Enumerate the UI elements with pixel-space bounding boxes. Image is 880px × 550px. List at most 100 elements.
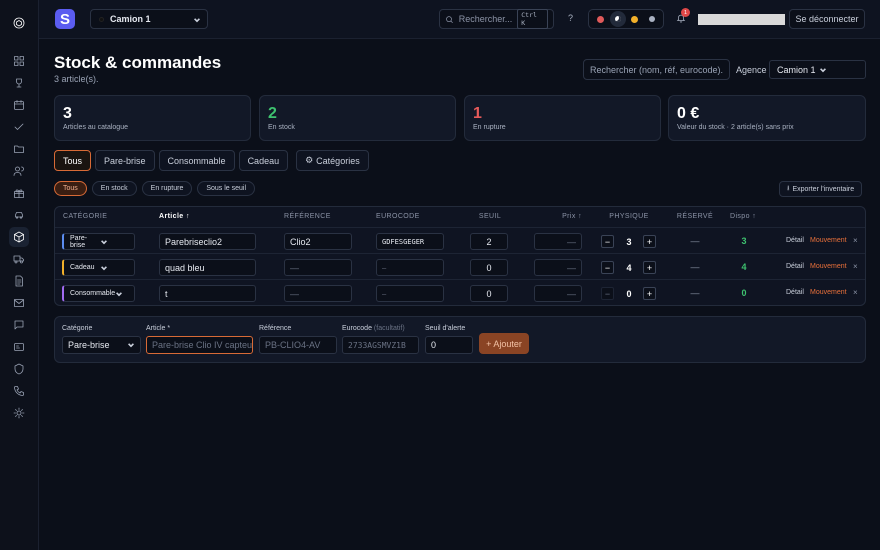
delete-row-icon[interactable]: × bbox=[853, 236, 858, 253]
row-seuil-input[interactable]: 0 bbox=[470, 285, 508, 302]
row-category-select[interactable]: Pare-brise bbox=[62, 233, 135, 250]
add-category-label: Catégorie bbox=[62, 325, 93, 332]
id-card-icon[interactable] bbox=[9, 337, 29, 357]
add-article-input[interactable]: Pare-brise Clio IV capteu bbox=[146, 336, 253, 354]
notifications-button[interactable]: 1 bbox=[676, 8, 690, 23]
package-icon[interactable] bbox=[9, 227, 29, 247]
increment-button[interactable]: + bbox=[643, 287, 656, 300]
global-search[interactable]: Rechercher... Ctrl K bbox=[439, 9, 554, 29]
row-category-value: Cadeau bbox=[70, 264, 95, 271]
row-article-input[interactable]: t bbox=[159, 285, 256, 302]
filter-en-rupture[interactable]: En rupture bbox=[141, 181, 193, 196]
stock-search-input[interactable]: Rechercher (nom, réf, eurocode). bbox=[583, 59, 730, 80]
add-category-select[interactable]: Pare-brise bbox=[62, 336, 141, 354]
row-prix-input[interactable]: — bbox=[534, 285, 582, 302]
col-categorie[interactable]: CATÉGORIE bbox=[63, 213, 107, 220]
detail-link[interactable]: Détail bbox=[786, 289, 804, 305]
mouvement-link[interactable]: Mouvement bbox=[810, 237, 847, 254]
document-icon[interactable] bbox=[9, 271, 29, 291]
row-eurocode-input[interactable]: — bbox=[376, 259, 444, 276]
col-reference[interactable]: RÉFÉRENCE bbox=[284, 213, 331, 220]
theme-light-option[interactable] bbox=[627, 11, 643, 27]
row-eurocode-input[interactable]: — bbox=[376, 285, 444, 302]
col-eurocode[interactable]: EUROCODE bbox=[376, 213, 420, 220]
mouvement-link[interactable]: Mouvement bbox=[810, 289, 847, 305]
decrement-button[interactable]: − bbox=[601, 261, 614, 274]
row-category-select[interactable]: Cadeau bbox=[62, 259, 135, 276]
row-reference-input[interactable]: — bbox=[284, 285, 352, 302]
row-prix-input[interactable]: — bbox=[534, 233, 582, 250]
col-physique[interactable]: PHYSIQUE bbox=[609, 213, 648, 220]
notification-badge: 1 bbox=[681, 8, 690, 17]
calendar-icon[interactable] bbox=[9, 95, 29, 115]
row-reference-input[interactable]: — bbox=[284, 259, 352, 276]
phone-icon[interactable] bbox=[9, 381, 29, 401]
increment-button[interactable]: + bbox=[643, 235, 656, 248]
car-icon[interactable] bbox=[9, 205, 29, 225]
side-rail bbox=[0, 0, 39, 550]
theme-system-option[interactable] bbox=[644, 11, 660, 27]
truck-dot-icon bbox=[99, 16, 104, 22]
col-reserve[interactable]: RÉSERVÉ bbox=[677, 213, 713, 220]
col-dispo-label: Dispo bbox=[730, 213, 750, 220]
tab-cadeau[interactable]: Cadeau bbox=[238, 150, 289, 171]
row-seuil-input[interactable]: 2 bbox=[470, 233, 508, 250]
row-eurocode-input[interactable]: GDFESGEGER bbox=[376, 233, 444, 250]
shield-icon[interactable] bbox=[9, 359, 29, 379]
delete-row-icon[interactable]: × bbox=[853, 288, 858, 305]
truck-select[interactable]: Camion 1 bbox=[90, 9, 208, 29]
kpi-en-stock: 2 En stock bbox=[259, 95, 456, 141]
col-prix[interactable]: Prix ↑ bbox=[562, 213, 582, 220]
filter-tous[interactable]: Tous bbox=[54, 181, 87, 196]
export-button[interactable]: ⭳ Exporter l'inventaire bbox=[779, 181, 863, 197]
row-prix-input[interactable]: — bbox=[534, 259, 582, 276]
add-article-button[interactable]: + Ajouter bbox=[479, 333, 529, 354]
row-article-input[interactable]: quad bleu bbox=[159, 259, 256, 276]
tab-categories[interactable]: ⚙ Catégories bbox=[296, 150, 369, 171]
row-dispo-value: 4 bbox=[741, 262, 747, 272]
chevron-down-icon bbox=[100, 264, 130, 272]
increment-button[interactable]: + bbox=[643, 261, 656, 274]
help-button[interactable]: ? bbox=[568, 13, 573, 23]
col-prix-label: Prix bbox=[562, 213, 576, 220]
col-article[interactable]: Article ↑ bbox=[159, 213, 190, 220]
filter-en-stock[interactable]: En stock bbox=[91, 181, 137, 196]
tab-tous[interactable]: Tous bbox=[54, 150, 92, 171]
col-dispo[interactable]: Dispo ↑ bbox=[730, 213, 756, 220]
decrement-button[interactable]: − bbox=[601, 235, 614, 248]
mouvement-link[interactable]: Mouvement bbox=[810, 263, 847, 280]
folder-icon[interactable] bbox=[9, 139, 29, 159]
agence-select[interactable]: Camion 1 bbox=[769, 60, 866, 79]
trophy-icon[interactable] bbox=[9, 73, 29, 93]
theme-dark-option[interactable] bbox=[609, 11, 626, 27]
check-icon[interactable] bbox=[9, 117, 29, 137]
tab-pare-brise[interactable]: Pare-brise bbox=[95, 150, 155, 171]
gift-icon[interactable] bbox=[9, 183, 29, 203]
kpi-label: Valeur du stock · 2 article(s) sans prix bbox=[677, 124, 794, 131]
delete-row-icon[interactable]: × bbox=[853, 262, 858, 279]
mail-icon[interactable] bbox=[9, 293, 29, 313]
detail-link[interactable]: Détail bbox=[786, 263, 804, 280]
row-reference-input[interactable]: Clio2 bbox=[284, 233, 352, 250]
kpi-value: 1 bbox=[473, 105, 482, 122]
detail-link[interactable]: Détail bbox=[786, 237, 804, 254]
filter-sous-seuil[interactable]: Sous le seuil bbox=[197, 181, 256, 196]
logout-button[interactable]: Se déconnecter bbox=[789, 9, 865, 29]
truck-icon[interactable] bbox=[9, 249, 29, 269]
add-eurocode-input[interactable]: 2733AGSMVZ1B bbox=[342, 336, 419, 354]
theme-red-option[interactable] bbox=[593, 11, 609, 27]
row-reserve-value: — bbox=[690, 288, 700, 298]
col-seuil[interactable]: SEUIL bbox=[479, 213, 501, 220]
chat-icon[interactable] bbox=[9, 315, 29, 335]
box-logo-icon[interactable] bbox=[9, 13, 29, 33]
row-category-select[interactable]: Consommable bbox=[62, 285, 135, 302]
users-icon[interactable] bbox=[9, 161, 29, 181]
tab-consommable[interactable]: Consommable bbox=[158, 150, 235, 171]
dashboard-icon[interactable] bbox=[9, 51, 29, 71]
row-seuil-input[interactable]: 0 bbox=[470, 259, 508, 276]
add-reference-input[interactable]: PB-CLIO4-AV bbox=[259, 336, 337, 354]
app-logo[interactable]: S bbox=[55, 9, 75, 29]
settings-sun-icon[interactable] bbox=[9, 403, 29, 423]
add-seuil-input[interactable]: 0 bbox=[425, 336, 473, 354]
row-article-input[interactable]: Parebriseclio2 bbox=[159, 233, 256, 250]
